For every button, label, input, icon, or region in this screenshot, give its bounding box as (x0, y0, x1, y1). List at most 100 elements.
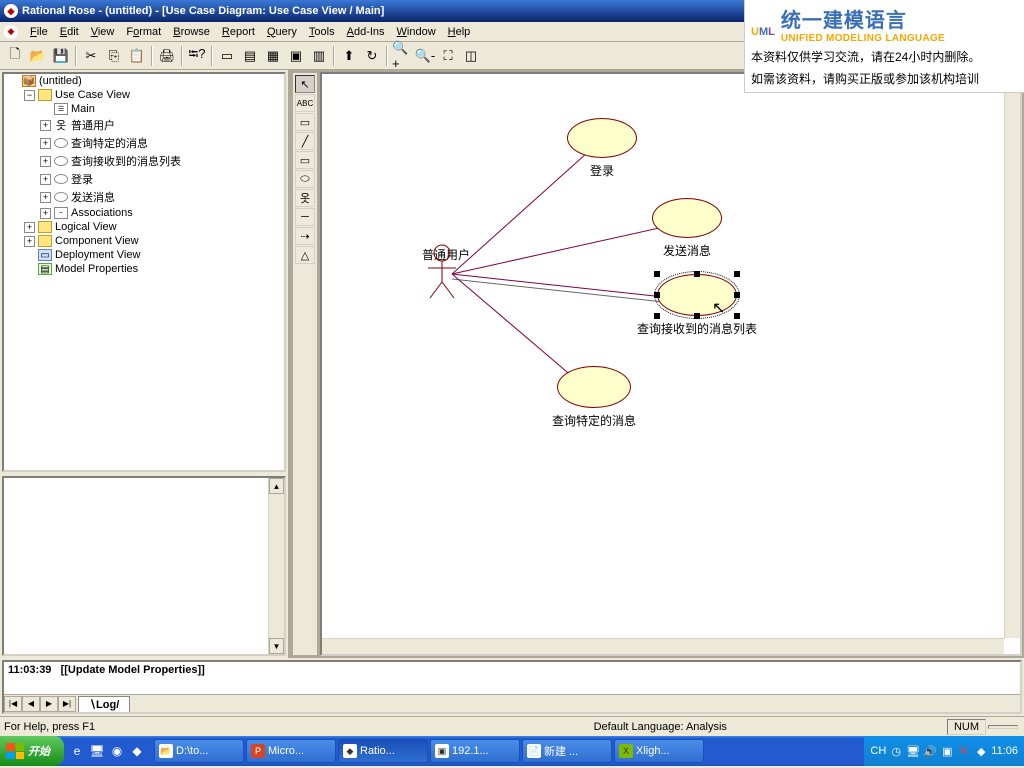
menu-format[interactable]: Format (120, 24, 167, 40)
menu-edit[interactable]: Edit (54, 24, 85, 40)
expand-icon[interactable]: + (24, 236, 35, 247)
print-button[interactable]: 🖨 (156, 45, 178, 67)
menu-addins[interactable]: Add-Ins (341, 24, 391, 40)
menu-query[interactable]: Query (261, 24, 303, 40)
browse-state-button[interactable]: ▣ (285, 45, 307, 67)
tree-logical[interactable]: Logical View (55, 221, 117, 233)
menu-view[interactable]: View (85, 24, 121, 40)
usecase-tool[interactable]: ⬭ (295, 170, 315, 188)
expand-icon[interactable]: + (40, 192, 51, 203)
new-button[interactable]: 🗋 (4, 45, 26, 67)
zoom-out-button[interactable]: 🔍- (414, 45, 436, 67)
zoom-in-button[interactable]: 🔍+ (391, 45, 413, 67)
menu-help[interactable]: Help (442, 24, 477, 40)
actor-tool[interactable]: 옷 (295, 189, 315, 207)
tree-item-uc[interactable]: 查询特定的消息 (71, 135, 148, 151)
association-tool[interactable]: ─ (295, 208, 315, 226)
windows-logo-icon (6, 743, 24, 759)
log-last-button[interactable]: ▶| (58, 696, 76, 712)
copy-button[interactable]: ⎘ (103, 45, 125, 67)
usecase-query-list[interactable]: 查询接收到的消息列表 (657, 274, 777, 337)
tree-item-actor[interactable]: 普通用户 (71, 117, 115, 133)
tree-main[interactable]: Main (71, 103, 95, 115)
scrollbar-vertical[interactable]: ▲ ▼ (268, 478, 284, 654)
expand-icon[interactable]: + (40, 156, 51, 167)
text-tool[interactable]: ABC (295, 94, 315, 112)
scroll-up-button[interactable]: ▲ (269, 478, 284, 494)
task-button[interactable]: 📄新建 ... (522, 739, 612, 763)
tray-icon[interactable]: ◆ (974, 744, 988, 758)
tree-root[interactable]: (untitled) (39, 75, 82, 87)
task-button[interactable]: XXligh... (614, 739, 704, 763)
refresh-button[interactable]: ↻ (361, 45, 383, 67)
expand-icon[interactable]: − (24, 90, 35, 101)
tray-clock[interactable]: 11:06 (991, 745, 1018, 757)
tree-component[interactable]: Component View (55, 235, 139, 247)
parent-button[interactable]: ⬆ (338, 45, 360, 67)
menu-report[interactable]: Report (216, 24, 261, 40)
tray-icon[interactable]: 🔊 (923, 744, 937, 758)
tree-item-assoc[interactable]: Associations (71, 207, 133, 219)
anchor-tool[interactable]: ╱ (295, 132, 315, 150)
browser-tree[interactable]: 📦(untitled) −Use Case View ☰Main +옷普通用户 … (2, 72, 286, 472)
save-button[interactable]: 💾 (50, 45, 72, 67)
cut-button[interactable]: ✂ (80, 45, 102, 67)
open-button[interactable]: 📂 (27, 45, 49, 67)
tray-icon[interactable]: ▣ (940, 744, 954, 758)
task-button[interactable]: PMicro... (246, 739, 336, 763)
actor-figure[interactable]: 普通用户 (422, 244, 470, 263)
tree-item-uc[interactable]: 登录 (71, 171, 93, 187)
usecase-login[interactable]: 登录 (567, 118, 637, 179)
expand-icon[interactable]: + (24, 222, 35, 233)
log-next-button[interactable]: ▶ (40, 696, 58, 712)
task-button[interactable]: ▣192.1... (430, 739, 520, 763)
log-tab[interactable]: ∖Log/ (78, 696, 130, 712)
diagram-canvas[interactable]: 普通用户 登录 发送消息 查询接收到的消息列表 ↖ (320, 72, 1022, 656)
expand-icon[interactable]: + (40, 208, 51, 219)
lang-indicator[interactable]: CH (870, 745, 886, 757)
package-tool[interactable]: ▭ (295, 151, 315, 169)
fit-button[interactable]: ⛶ (437, 45, 459, 67)
ql-app-icon[interactable]: ◆ (128, 741, 146, 761)
task-button[interactable]: 📂D:\to... (154, 739, 244, 763)
scroll-down-button[interactable]: ▼ (269, 638, 284, 654)
browse-deploy-button[interactable]: ▥ (308, 45, 330, 67)
tree-item-uc[interactable]: 发送消息 (71, 189, 115, 205)
canvas-scroll-horizontal[interactable] (322, 638, 1004, 654)
tray-icon[interactable]: ◷ (889, 744, 903, 758)
task-button[interactable]: ◆Ratio... (338, 739, 428, 763)
tree-modelprops[interactable]: Model Properties (55, 263, 138, 275)
menu-browse[interactable]: Browse (167, 24, 216, 40)
browse-component-button[interactable]: ▦ (262, 45, 284, 67)
expand-icon[interactable]: + (40, 138, 51, 149)
tree-deployment[interactable]: Deployment View (55, 249, 140, 261)
undo-fit-button[interactable]: ◫ (460, 45, 482, 67)
ql-app-icon[interactable]: ◉ (108, 741, 126, 761)
documentation-panel[interactable]: ▲ ▼ (2, 476, 286, 656)
usecase-query-msg[interactable]: 查询特定的消息 (557, 366, 654, 429)
usecase-send[interactable]: 发送消息 (652, 198, 722, 259)
tree-item-uc[interactable]: 查询接收到的消息列表 (71, 153, 181, 169)
start-button[interactable]: 开始 (0, 736, 64, 766)
menu-window[interactable]: Window (391, 24, 442, 40)
expand-icon[interactable]: + (40, 120, 51, 131)
paste-button[interactable]: 📋 (126, 45, 148, 67)
note-tool[interactable]: ▭ (295, 113, 315, 131)
ql-desktop-icon[interactable]: 🖥 (88, 741, 106, 761)
help-context-button[interactable]: ⭾? (186, 45, 208, 67)
log-first-button[interactable]: |◀ (4, 696, 22, 712)
log-prev-button[interactable]: ◀ (22, 696, 40, 712)
dependency-tool[interactable]: ⇢ (295, 227, 315, 245)
canvas-scroll-vertical[interactable] (1004, 74, 1020, 638)
menu-file[interactable]: FFileile (24, 24, 54, 40)
tree-usecaseview[interactable]: Use Case View (55, 89, 130, 101)
ql-ie-icon[interactable]: e (68, 741, 86, 761)
menu-tools[interactable]: Tools (303, 24, 341, 40)
tray-icon[interactable]: 🖥 (906, 744, 920, 758)
generalization-tool[interactable]: △ (295, 246, 315, 264)
pointer-tool[interactable]: ↖ (295, 75, 315, 93)
browse-class-button[interactable]: ▭ (216, 45, 238, 67)
tray-icon[interactable]: K (957, 744, 971, 758)
browse-interaction-button[interactable]: ▤ (239, 45, 261, 67)
expand-icon[interactable]: + (40, 174, 51, 185)
